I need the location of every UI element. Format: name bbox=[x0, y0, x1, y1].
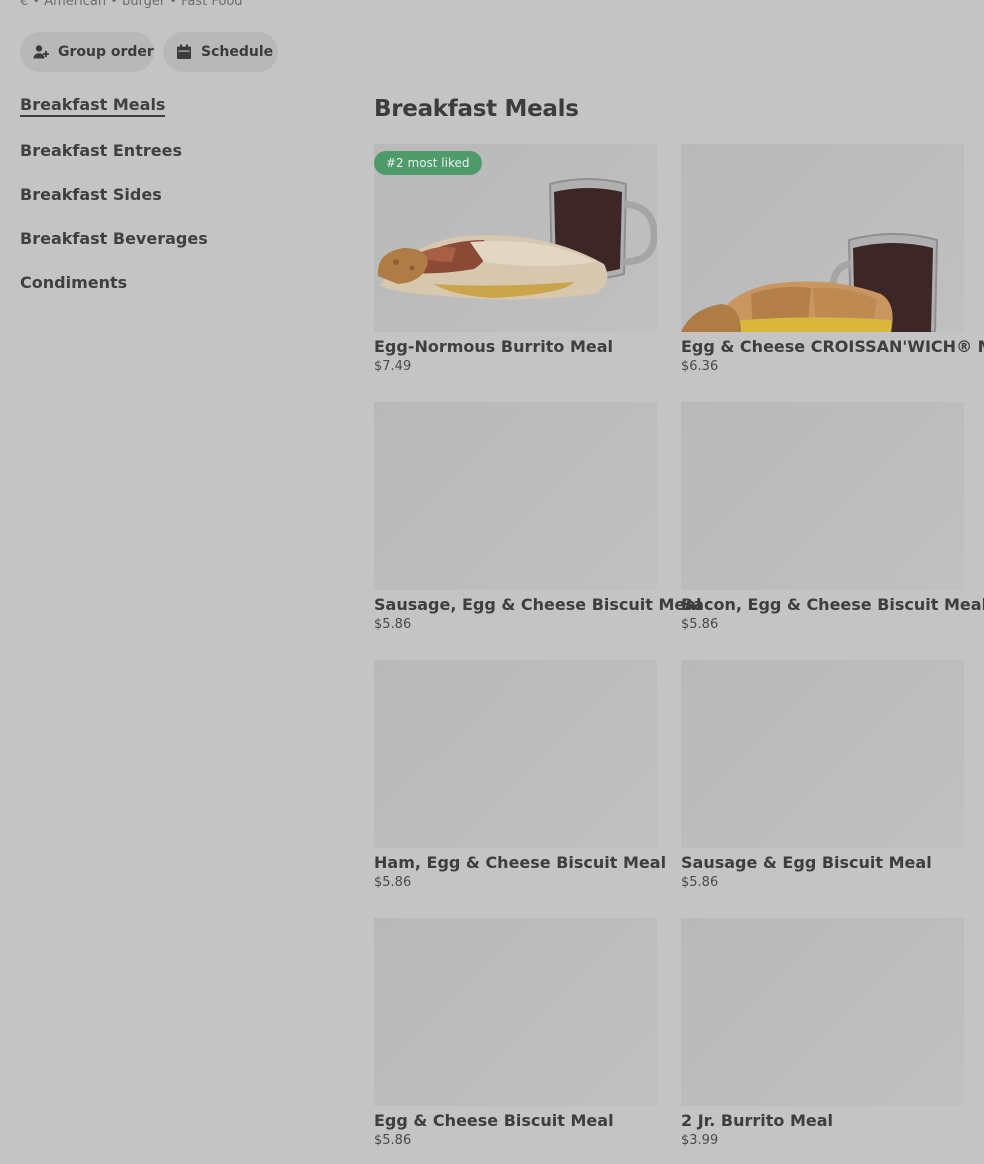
item-image-placeholder bbox=[681, 402, 964, 590]
menu-item-card[interactable]: Egg & Cheese CROISSAN'WICH® Meal $6.36 bbox=[681, 144, 984, 374]
menu-item-card[interactable]: Ham, Egg & Cheese Biscuit Meal $5.86 bbox=[374, 660, 667, 890]
item-name: Sausage, Egg & Cheese Biscuit Meal bbox=[374, 595, 702, 614]
calendar-icon bbox=[175, 43, 193, 61]
item-price: $5.86 bbox=[681, 617, 719, 632]
item-image-placeholder bbox=[374, 660, 657, 848]
item-name: Egg & Cheese CROISSAN'WICH® Meal bbox=[681, 337, 984, 356]
item-name: Egg-Normous Burrito Meal bbox=[374, 337, 614, 356]
menu-item-card[interactable]: Sausage & Egg Biscuit Meal $5.86 bbox=[681, 660, 964, 890]
item-name: Ham, Egg & Cheese Biscuit Meal bbox=[374, 853, 667, 872]
menu-item-card[interactable]: Egg & Cheese Biscuit Meal $5.86 bbox=[374, 918, 657, 1148]
item-name: 2 Jr. Burrito Meal bbox=[681, 1111, 834, 1130]
menu-item-card[interactable]: 2 Jr. Burrito Meal $3.99 bbox=[681, 918, 964, 1148]
menu-item-card[interactable]: Sausage, Egg & Cheese Biscuit Meal $5.86 bbox=[374, 402, 702, 632]
section-title: Breakfast Meals bbox=[374, 96, 579, 122]
croissant-coffee-image bbox=[681, 233, 939, 332]
item-name: Sausage & Egg Biscuit Meal bbox=[681, 853, 932, 872]
nav-item-breakfast-sides[interactable]: Breakfast Sides bbox=[20, 185, 162, 204]
item-price: $5.86 bbox=[374, 1133, 412, 1148]
item-image bbox=[681, 144, 964, 332]
item-name: Bacon, Egg & Cheese Biscuit Meal bbox=[681, 595, 984, 614]
item-price: $7.49 bbox=[374, 359, 412, 374]
nav-item-condiments[interactable]: Condiments bbox=[20, 273, 127, 292]
group-order-button[interactable]: Group order bbox=[20, 32, 154, 72]
nav-item-breakfast-entrees[interactable]: Breakfast Entrees bbox=[20, 141, 182, 160]
item-image: #2 most liked bbox=[374, 144, 657, 332]
item-price: $6.36 bbox=[681, 359, 719, 374]
item-image-placeholder bbox=[374, 918, 657, 1106]
item-name: Egg & Cheese Biscuit Meal bbox=[374, 1111, 614, 1130]
schedule-label: Schedule bbox=[201, 44, 274, 60]
item-price: $5.86 bbox=[681, 875, 719, 890]
group-order-label: Group order bbox=[58, 44, 154, 60]
item-image-placeholder bbox=[374, 402, 657, 590]
schedule-button[interactable]: Schedule bbox=[163, 32, 278, 72]
item-price: $3.99 bbox=[681, 1133, 719, 1148]
nav-item-breakfast-meals[interactable]: Breakfast Meals bbox=[20, 95, 166, 117]
item-image-placeholder bbox=[681, 660, 964, 848]
menu-item-card[interactable]: #2 most liked Egg-Normous Burrito Meal $… bbox=[374, 144, 657, 374]
item-price: $5.86 bbox=[374, 617, 412, 632]
item-price: $5.86 bbox=[374, 875, 412, 890]
item-image-placeholder bbox=[681, 918, 964, 1106]
menu-item-card[interactable]: Bacon, Egg & Cheese Biscuit Meal $5.86 bbox=[681, 402, 984, 632]
most-liked-badge: #2 most liked bbox=[374, 151, 482, 175]
add-person-icon bbox=[32, 43, 50, 61]
nav-item-breakfast-beverages[interactable]: Breakfast Beverages bbox=[20, 229, 208, 248]
store-meta: € • American • burger • Fast Food bbox=[20, 0, 243, 9]
